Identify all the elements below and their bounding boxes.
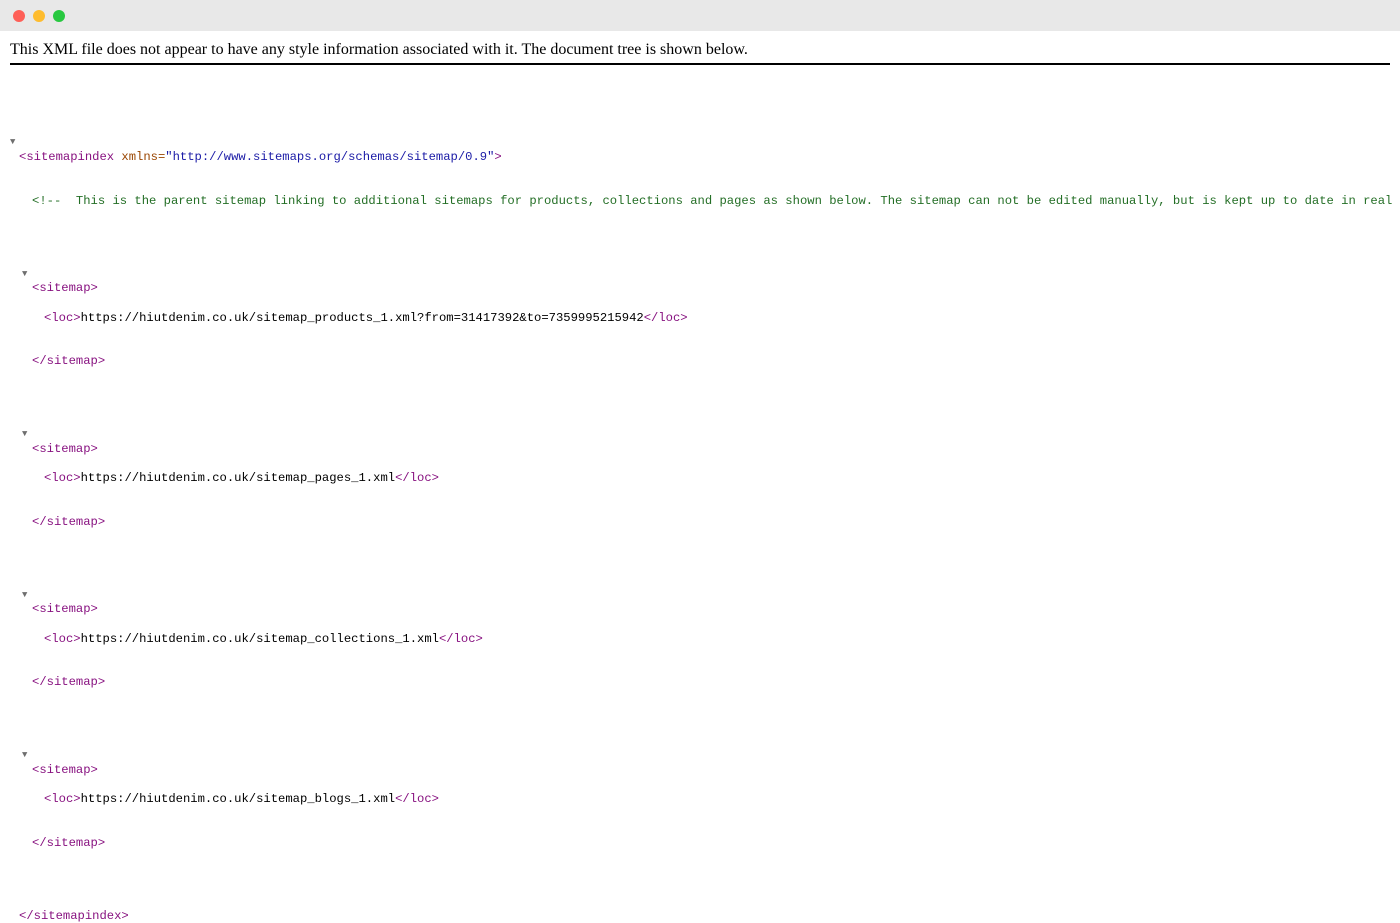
tag-sitemap-close: </sitemap> <box>32 514 106 529</box>
collapse-toggle-icon[interactable]: ▼ <box>10 135 20 150</box>
sitemap-close-line: </sitemap> <box>10 661 1400 689</box>
sitemap-close-line: </sitemap> <box>10 340 1400 368</box>
tag-sitemapindex-close: </sitemapindex> <box>19 908 129 923</box>
divider <box>10 63 1390 65</box>
tag-loc-open: <loc> <box>44 792 81 807</box>
sitemap-open-line: ▼ <sitemap> <box>10 413 1400 456</box>
tag-bracket-close: > <box>494 149 502 164</box>
xmlns-attribute-value: "http://www.sitemaps.org/schemas/sitemap… <box>165 149 495 164</box>
sitemap-open-line: ▼ <sitemap> <box>10 573 1400 617</box>
xml-comment-line: <!-- This is the parent sitemap linking … <box>10 179 1400 208</box>
loc-url: https://hiutdenim.co.uk/sitemap_blogs_1.… <box>80 792 396 807</box>
xml-comment: <!-- This is the parent sitemap linking … <box>32 193 1400 208</box>
loc-url: https://hiutdenim.co.uk/sitemap_pages_1.… <box>80 471 396 486</box>
xmlns-attribute-name: xmlns= <box>114 149 166 164</box>
tag-loc-close: </loc> <box>643 310 688 325</box>
sitemap-open-line: ▼ <sitemap> <box>10 734 1400 777</box>
collapse-toggle-icon[interactable]: ▼ <box>22 748 32 763</box>
xml-document-tree: ▼ <sitemapindex xmlns="http://www.sitema… <box>10 77 1400 923</box>
tag-loc-close: </loc> <box>395 471 439 486</box>
tag-loc-open: <loc> <box>44 631 81 646</box>
xml-root-open-line: ▼ <sitemapindex xmlns="http://www.sitema… <box>10 121 1400 164</box>
sitemap-close-line: </sitemap> <box>10 821 1400 850</box>
tag-sitemap-open: <sitemap> <box>32 281 98 296</box>
close-window-button[interactable] <box>13 10 25 22</box>
loc-url: https://hiutdenim.co.uk/sitemap_collecti… <box>80 631 439 646</box>
xml-style-info-message: This XML file does not appear to have an… <box>10 41 748 58</box>
sitemap-close-line: </sitemap> <box>10 500 1400 529</box>
zoom-window-button[interactable] <box>53 10 65 22</box>
sitemap-open-line: ▼ <sitemap> <box>10 252 1400 296</box>
loc-line: <loc>https://hiutdenim.co.uk/sitemap_col… <box>10 617 1400 646</box>
tag-loc-open: <loc> <box>44 310 81 325</box>
minimize-window-button[interactable] <box>33 10 45 22</box>
tag-sitemap-open: <sitemap> <box>32 762 98 777</box>
tag-loc-close: </loc> <box>438 631 483 646</box>
loc-url: https://hiutdenim.co.uk/sitemap_products… <box>80 310 644 325</box>
loc-line: <loc>https://hiutdenim.co.uk/sitemap_pro… <box>10 296 1400 325</box>
tag-sitemapindex-open: <sitemapindex <box>19 149 115 164</box>
collapse-toggle-icon[interactable]: ▼ <box>22 267 32 282</box>
loc-line: <loc>https://hiutdenim.co.uk/sitemap_blo… <box>10 778 1400 806</box>
tag-sitemap-open: <sitemap> <box>32 441 98 456</box>
xml-root-close-line: </sitemapindex> <box>10 894 1400 923</box>
tag-sitemap-close: </sitemap> <box>32 835 106 850</box>
tag-sitemap-open: <sitemap> <box>32 602 98 617</box>
tag-loc-open: <loc> <box>44 471 81 486</box>
tag-sitemap-close: </sitemap> <box>32 354 106 369</box>
collapse-toggle-icon[interactable]: ▼ <box>22 427 32 442</box>
tag-sitemap-close: </sitemap> <box>32 675 106 690</box>
tag-loc-close: </loc> <box>395 792 439 807</box>
window-titlebar <box>0 0 1400 31</box>
loc-line: <loc>https://hiutdenim.co.uk/sitemap_pag… <box>10 456 1400 485</box>
collapse-toggle-icon[interactable]: ▼ <box>22 588 32 603</box>
